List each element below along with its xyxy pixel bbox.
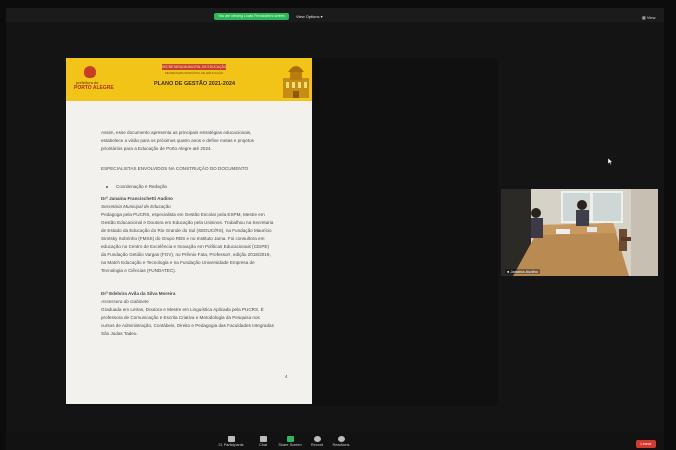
person1-bio-line: na Match Educação e Tecnologia e na Fund… [101,260,255,265]
department-banner: SECRETARIA MUNICIPAL DE EDUCAÇÃO [162,64,226,70]
section-title: ESPECIALISTAS ENVOLVIDOS NA CONSTRUÇÃO D… [101,166,249,171]
participant-name-label: Janaina Audino [510,269,538,274]
record-label: Record [310,443,324,447]
person2-bio-line: São Judas Tadeu. [101,331,138,336]
intro-line-1: Assim, esse documento apresenta as princ… [101,130,252,135]
plan-title: PLANO DE GESTÃO 2021-2024 [154,81,236,87]
shared-document: prefeitura de PORTO ALEGRE SECRETARIA MU… [66,58,312,404]
intro-line-2: estabelece a visão para os próximos quat… [101,138,254,143]
record-icon [313,436,321,442]
reactions-icon [337,436,345,442]
reactions-button[interactable]: Reactions [326,436,356,447]
person1-bio-line: Gestão Educacional e Doutora em Educação… [101,220,274,225]
participants-icon [227,436,235,442]
leave-button[interactable]: Leave [636,440,656,448]
intro-line-3: prioritários para a Educação de Porto Al… [101,146,212,151]
share-screen-button[interactable]: Share Screen [275,436,305,447]
person2-bio-line: Graduada em Letras, Doutora e Mestre em … [101,307,264,312]
view-button-label: View [646,15,656,20]
participants-button[interactable]: 21 Participants [216,436,246,447]
view-options-label: View Options [296,14,320,19]
chat-icon [259,436,267,442]
chevron-down-icon: ▾ [320,14,323,19]
person1-bio-line: de Estado da Educação do Rio Grande do S… [101,228,272,233]
department-subtitle: SECRETARIA MUNICIPAL DE EDUCAÇÃO [164,71,224,75]
share-screen-icon [286,436,294,442]
person1-role: Secretária Municipal de Educação [101,204,171,209]
building-icon [283,66,309,98]
top-bar [6,8,664,22]
bullet-item: Coordenação e Redação [116,184,168,189]
person2-bio-line: professora de Comunicação e Escrita Cria… [101,315,260,320]
mouse-cursor-icon [608,158,613,165]
chat-button[interactable]: Chat [248,436,278,447]
participant-name: ● Janaina Audino [505,269,540,274]
person2-name: Drª Edelvira Avila da Silva Moreira [101,291,176,296]
view-button[interactable]: ▦ View [642,15,656,20]
share-screen-label: Share Screen [278,443,302,447]
chat-label: Chat [258,443,268,447]
screen-share-notice[interactable]: You are viewing Lucas Fernandes's screen [214,13,289,20]
person1-bio-line: Tecnologia e Ciências (FUNDATEC). [101,268,176,273]
person1-bio-line: Sirotsky Sobrinho (FMSS) do Grupo RBS e … [101,236,265,241]
person2-role: Assessora do Gabinete [101,299,149,304]
logo-line2: PORTO ALEGRE [74,85,114,91]
person1-bio-line: Pedagoga pela PUCRS, especialista em Ges… [101,212,265,217]
video-feed-image [501,189,658,276]
participants-label: Participants [223,443,244,447]
grid-icon: ▦ [642,15,646,20]
view-options-dropdown[interactable]: View Options ▾ [296,13,323,20]
microphone-icon: ● [507,269,510,274]
reactions-label: Reactions [332,443,350,447]
city-crest-icon [84,66,96,78]
person2-bio-line: cursos de Administração, Contábeis, Dire… [101,323,274,328]
document-header: prefeitura de PORTO ALEGRE SECRETARIA MU… [66,58,312,101]
participant-video-tile[interactable]: ● Janaina Audino [501,189,658,276]
person1-bio-line: da Fundação Getúlio Vargas (FGV), no Prê… [101,252,271,257]
person1-name: Drª Janaina Francischetti Audino [101,196,173,201]
bullet-marker [106,186,108,188]
person1-bio-line: educação no Centro de Excelência e Inova… [101,244,270,249]
participants-count: 21 [218,443,223,447]
page-number: 4 [285,374,288,379]
